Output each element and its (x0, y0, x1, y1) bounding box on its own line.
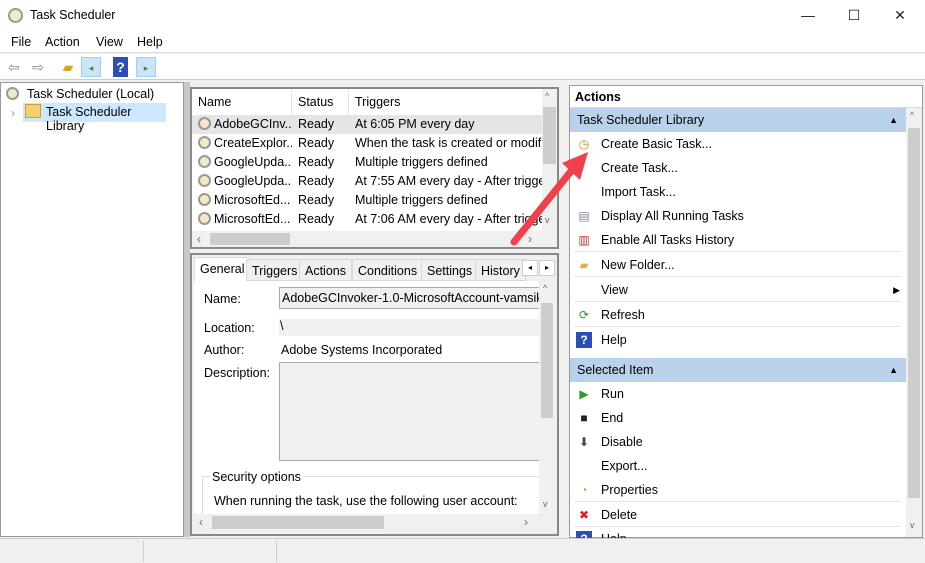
annotation-arrow (510, 152, 588, 246)
